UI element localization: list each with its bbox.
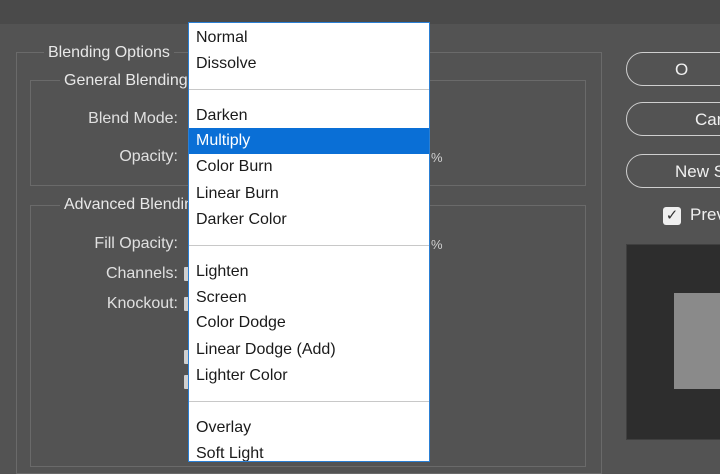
checkmark-icon: ✓ <box>665 207 679 224</box>
opacity-percent: % <box>431 150 443 165</box>
new-style-button[interactable]: New S <box>626 154 720 188</box>
blend-option-screen[interactable]: Screen <box>189 285 429 311</box>
preview-checkbox[interactable]: ✓ <box>663 207 681 225</box>
dialog-title-bar <box>0 0 720 24</box>
general-blending-legend: General Blending <box>60 72 192 90</box>
channels-label: Channels: <box>105 265 178 282</box>
blend-option-darken[interactable]: Darken <box>189 103 429 129</box>
cancel-button[interactable]: Can <box>626 102 720 136</box>
preview-swatch-fill <box>674 293 720 389</box>
blend-option-dissolve[interactable]: Dissolve <box>189 51 429 77</box>
fill-opacity-label: Fill Opacity: <box>94 235 178 252</box>
blend-option-lighten[interactable]: Lighten <box>189 259 429 285</box>
blending-options-legend: Blending Options <box>44 44 174 62</box>
blend-option-multiply[interactable]: Multiply <box>189 128 429 154</box>
dropdown-separator <box>189 245 429 246</box>
ok-button[interactable]: O <box>626 52 720 86</box>
fill-opacity-percent: % <box>431 237 443 252</box>
blend-option-normal[interactable]: Normal <box>189 25 429 51</box>
blend-option-linear-dodge[interactable]: Linear Dodge (Add) <box>189 337 429 363</box>
dropdown-separator <box>189 89 429 90</box>
blend-option-lighter-color[interactable]: Lighter Color <box>189 363 429 389</box>
blend-option-color-dodge[interactable]: Color Dodge <box>189 310 429 336</box>
blend-mode-label: Blend Mode: <box>88 110 178 127</box>
advanced-blending-legend: Advanced Blendin <box>60 196 197 214</box>
blend-option-overlay[interactable]: Overlay <box>189 415 429 441</box>
blend-option-linear-burn[interactable]: Linear Burn <box>189 181 429 207</box>
knockout-label: Knockout: <box>106 295 178 312</box>
blend-option-soft-light[interactable]: Soft Light <box>189 441 429 461</box>
preview-label: Prev <box>690 205 720 224</box>
opacity-label: Opacity: <box>119 148 178 165</box>
dropdown-separator <box>189 401 429 402</box>
blend-option-color-burn[interactable]: Color Burn <box>189 154 429 180</box>
blend-option-darker-color[interactable]: Darker Color <box>189 207 429 233</box>
blend-mode-dropdown[interactable]: Normal Dissolve Darken Multiply Color Bu… <box>188 22 430 462</box>
